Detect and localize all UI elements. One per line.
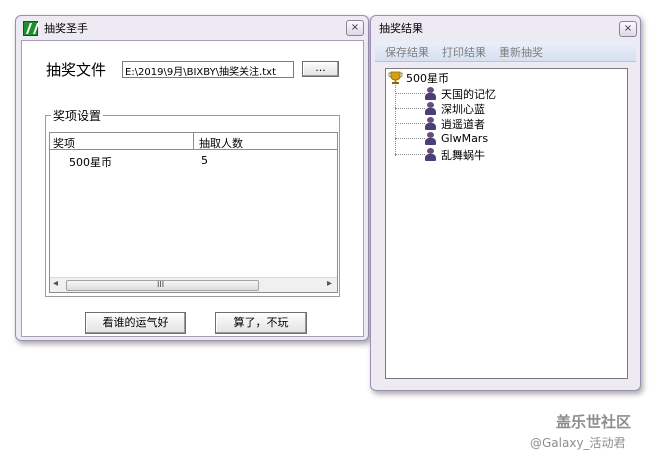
result-titlebar[interactable]: 抽奖结果 <box>371 16 640 40</box>
result-tree[interactable]: 500星币 天国的记忆 深圳心蓝 逍遥道者 GlwMars 乱舞蜗牛 <box>385 68 628 379</box>
menu-redraw[interactable]: 重新抽奖 <box>499 44 543 60</box>
tree-winner-node[interactable]: 乱舞蜗牛 <box>424 147 485 162</box>
browse-button[interactable]: ... <box>302 61 339 77</box>
result-window-title: 抽奖结果 <box>379 22 423 35</box>
winner-name: 乱舞蜗牛 <box>441 148 485 162</box>
person-icon <box>424 117 437 130</box>
tree-winner-node[interactable]: 深圳心蓝 <box>424 101 485 116</box>
file-path-field[interactable]: E:\2019\9月\BIXBY\抽奖关注.txt <box>122 61 294 78</box>
file-label: 抽奖文件 <box>46 61 107 79</box>
menu-print-results[interactable]: 打印结果 <box>442 44 486 60</box>
cell-prize: 500星币 <box>69 156 112 169</box>
horizontal-scrollbar[interactable]: ◂ III ▸ <box>50 277 337 292</box>
winner-name: 天国的记忆 <box>441 87 496 101</box>
header-prize[interactable]: 奖项 <box>53 135 75 151</box>
header-count[interactable]: 抽取人数 <box>199 135 243 151</box>
result-window: 抽奖结果 × 保存结果 打印结果 重新抽奖 500星币 天国的记忆 深圳心蓝 逍… <box>370 15 641 391</box>
person-icon <box>424 87 437 100</box>
main-window-title: 抽奖圣手 <box>44 22 88 35</box>
table-row[interactable]: 500星币 5 <box>50 153 337 169</box>
tree-winner-node[interactable]: 天国的记忆 <box>424 86 496 101</box>
close-icon[interactable]: × <box>619 21 637 37</box>
winner-name: 逍遥道者 <box>441 117 485 131</box>
trophy-icon <box>388 71 403 84</box>
scroll-thumb[interactable]: III <box>66 280 259 291</box>
lucky-draw-button[interactable]: 看谁的运气好 <box>85 312 186 334</box>
main-titlebar[interactable]: 抽奖圣手 <box>16 16 368 40</box>
winner-name: GlwMars <box>441 132 489 145</box>
result-menubar: 保存结果 打印结果 重新抽奖 <box>375 42 636 62</box>
scroll-grip: III <box>157 280 165 289</box>
table-header: 奖项 抽取人数 <box>50 133 337 150</box>
tree-winner-node[interactable]: GlwMars <box>424 131 488 146</box>
cell-count: 5 <box>201 154 208 167</box>
tree-winner-node[interactable]: 逍遥道者 <box>424 116 485 131</box>
person-icon <box>424 132 437 145</box>
file-path-text: E:\2019\9月\BIXBY\抽奖关注.txt <box>125 67 276 78</box>
app-logo-icon <box>23 20 38 36</box>
tree-root-node[interactable]: 500星币 <box>388 70 449 85</box>
person-icon <box>424 102 437 115</box>
header-divider <box>193 133 194 150</box>
main-window: 抽奖圣手 × 抽奖文件 E:\2019\9月\BIXBY\抽奖关注.txt ..… <box>15 15 369 341</box>
tree-branch-line <box>395 108 425 109</box>
scroll-right-icon[interactable]: ▸ <box>327 278 332 289</box>
watermark-handle: @Galaxy_活动君 <box>530 436 626 450</box>
winner-name: 深圳心蓝 <box>441 102 485 116</box>
quit-button[interactable]: 算了，不玩 <box>215 312 307 334</box>
tree-branch-line <box>395 154 425 155</box>
tree-root-label: 500星币 <box>406 71 449 85</box>
tree-branch-line <box>395 138 425 139</box>
prize-group-label: 奖项设置 <box>51 107 104 124</box>
prize-table[interactable]: 奖项 抽取人数 500星币 5 ◂ III ▸ <box>49 132 338 293</box>
close-icon[interactable]: × <box>346 20 364 36</box>
person-icon <box>424 148 437 161</box>
watermark-title: 盖乐世社区 <box>556 413 632 431</box>
scroll-left-icon[interactable]: ◂ <box>53 278 58 289</box>
tree-branch-line <box>395 93 425 94</box>
main-client-area: 抽奖文件 E:\2019\9月\BIXBY\抽奖关注.txt ... 奖项设置 … <box>21 40 364 337</box>
menu-save-results[interactable]: 保存结果 <box>385 44 429 60</box>
tree-branch-line <box>395 123 425 124</box>
